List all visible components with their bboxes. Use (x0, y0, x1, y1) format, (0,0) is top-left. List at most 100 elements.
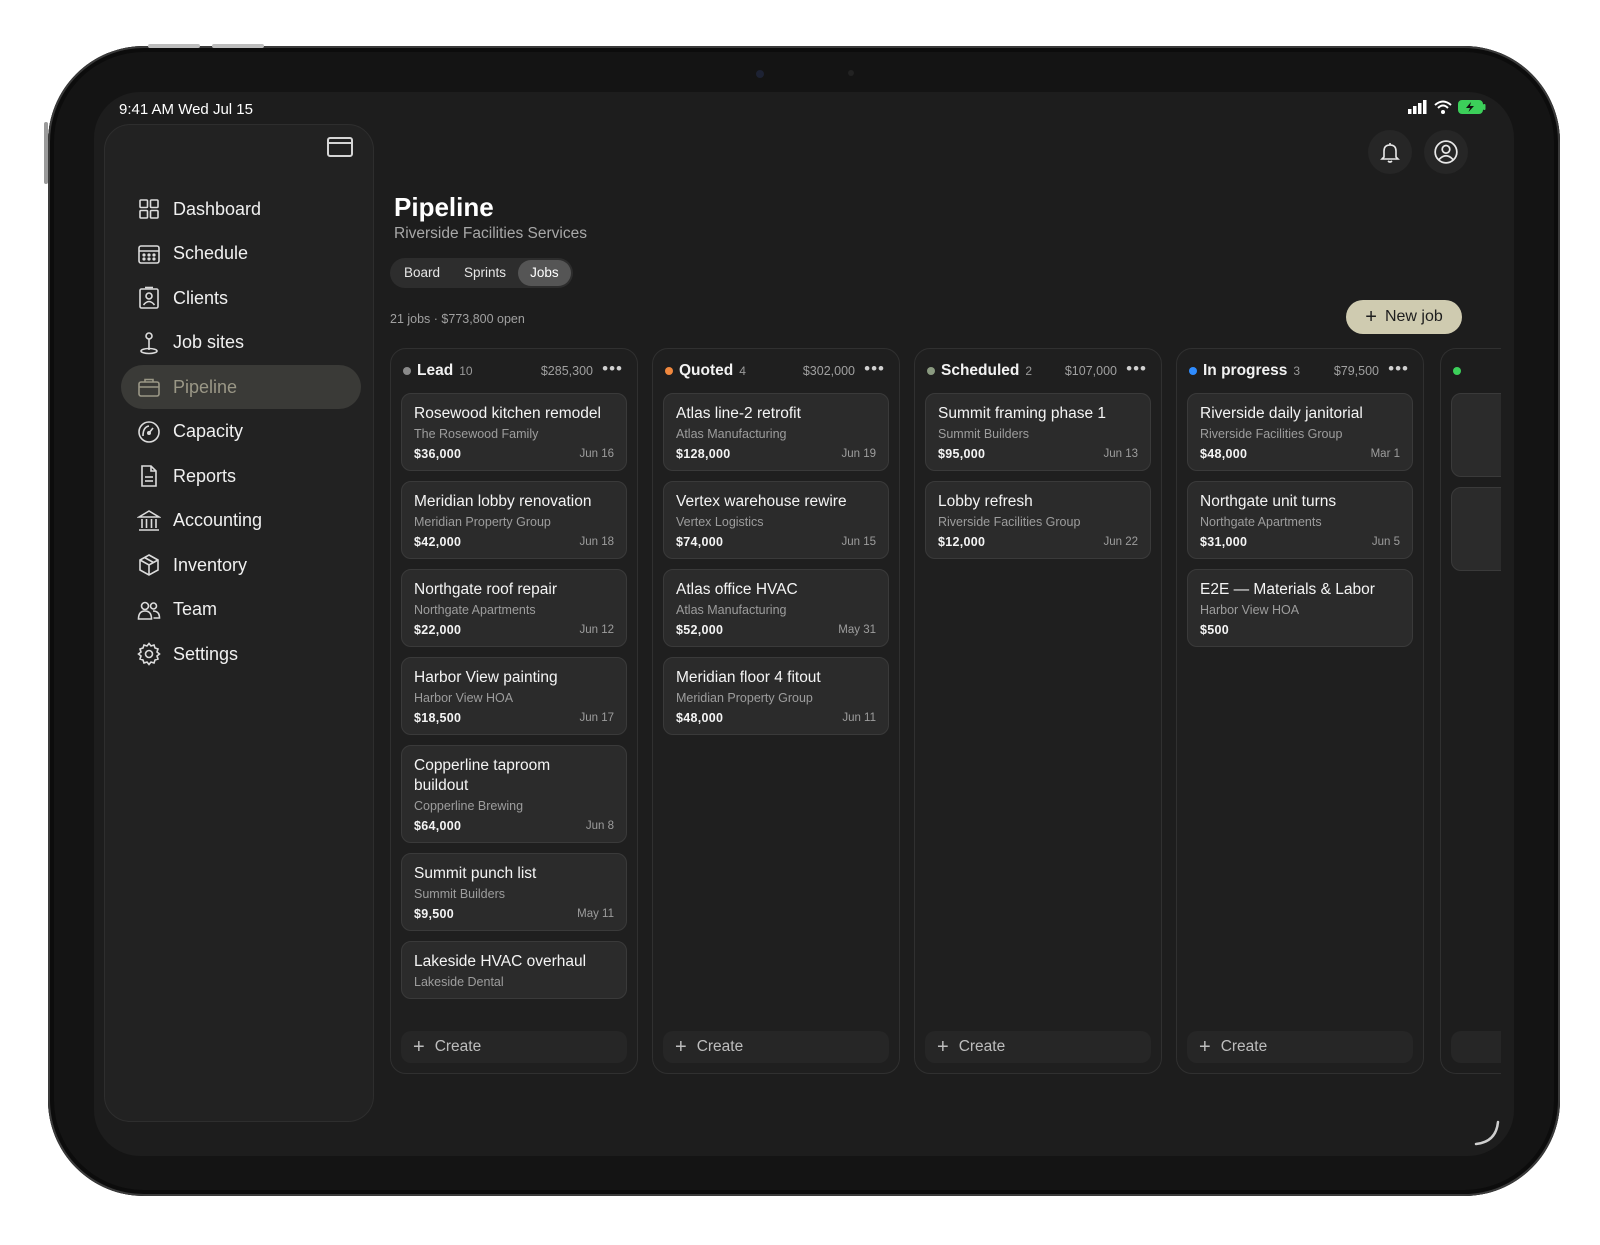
job-card[interactable]: Summit framing phase 1 Summit Builders $… (925, 393, 1151, 471)
job-card[interactable]: Northgate unit turns Northgate Apartment… (1187, 481, 1413, 559)
volume-button (212, 44, 264, 48)
create-card-button[interactable] (1451, 1031, 1501, 1063)
job-card[interactable]: E2E — Materials & Labor Harbor View HOA … (1187, 569, 1413, 647)
card-amount: $500 (1200, 623, 1230, 637)
card-client: Northgate Apartments (1200, 515, 1322, 529)
job-card[interactable]: Lakeside HVAC overhaul Lakeside Dental (401, 941, 627, 999)
status-dot (1453, 367, 1461, 375)
create-card-button[interactable]: + Create (925, 1031, 1151, 1063)
card-date: Jun 12 (579, 624, 614, 636)
sidebar-item-label: Dashboard (173, 198, 262, 219)
camera (756, 70, 764, 78)
job-card[interactable]: Harbor View painting Harbor View HOA $18… (401, 657, 627, 735)
more-icon[interactable]: ••• (1388, 359, 1409, 379)
card-amount: $48,000 (1200, 447, 1248, 461)
contact-icon (139, 286, 159, 309)
job-card[interactable]: Copperline taproom buildout Copperline B… (401, 745, 627, 843)
gauge-icon (138, 420, 160, 443)
job-card[interactable]: Lobby refresh Riverside Facilities Group… (925, 481, 1151, 559)
card-amount: $36,000 (414, 447, 462, 461)
sidebar-item-capacity[interactable]: Capacity (121, 410, 361, 454)
card-title: Summit framing phase 1 (938, 405, 1106, 422)
card-client: Copperline Brewing (414, 799, 524, 813)
create-label: Create (1220, 1038, 1268, 1055)
card-client: Meridian Property Group (414, 515, 551, 529)
column-count: 3 (1293, 364, 1301, 378)
status-dot (927, 367, 935, 375)
column-count: 2 (1025, 364, 1033, 378)
resize-handle-icon[interactable] (1474, 1120, 1500, 1146)
job-card[interactable] (1451, 393, 1501, 477)
card-client: Atlas Manufacturing (676, 603, 787, 617)
sidebar-item-pipeline[interactable]: Pipeline (121, 365, 361, 409)
card-client: Harbor View HOA (414, 691, 514, 705)
user-icon (1434, 140, 1458, 164)
card-date: Jun 19 (841, 448, 876, 460)
notifications-button[interactable] (1368, 130, 1412, 174)
sidebar-toggle-icon[interactable] (327, 137, 353, 157)
card-list: Atlas line-2 retrofit Atlas Manufacturin… (663, 393, 889, 1019)
card-amount: $22,000 (414, 623, 462, 637)
sidebar-item-clients[interactable]: Clients (121, 276, 361, 320)
tab-sprints[interactable]: Sprints (452, 260, 518, 286)
sidebar-item-accounting[interactable]: Accounting (121, 499, 361, 543)
card-client: Meridian Property Group (676, 691, 813, 705)
card-date: Jun 22 (1103, 536, 1138, 548)
sidebar-item-inventory[interactable]: Inventory (121, 543, 361, 587)
job-card[interactable]: Rosewood kitchen remodel The Rosewood Fa… (401, 393, 627, 471)
card-title: Vertex warehouse rewire (676, 493, 847, 510)
sidebar-item-dashboard[interactable]: Dashboard (121, 187, 361, 231)
card-title: Rosewood kitchen remodel (414, 405, 601, 422)
create-card-button[interactable]: + Create (401, 1031, 627, 1063)
sensor (848, 70, 854, 76)
card-title: Riverside daily janitorial (1200, 405, 1363, 422)
briefcase-icon (138, 378, 160, 397)
job-card[interactable]: Atlas line-2 retrofit Atlas Manufacturin… (663, 393, 889, 471)
job-card[interactable]: Summit punch list Summit Builders $9,500… (401, 853, 627, 931)
sidebar-item-reports[interactable]: Reports (121, 454, 361, 498)
profile-button[interactable] (1424, 130, 1468, 174)
job-card[interactable] (1451, 487, 1501, 571)
sidebar-item-schedule[interactable]: Schedule (121, 232, 361, 276)
plus-icon: + (937, 1036, 949, 1058)
sidebar-item-label: Team (173, 599, 218, 619)
sidebar: Dashboard Schedule Clients Job sites Pip… (104, 124, 374, 1122)
more-icon[interactable]: ••• (864, 359, 885, 379)
card-title: Meridian lobby renovation (414, 493, 592, 510)
sidebar-item-label: Clients (173, 287, 229, 308)
card-title: Harbor View painting (414, 669, 558, 686)
more-icon[interactable]: ••• (1126, 359, 1147, 379)
job-card[interactable]: Northgate roof repair Northgate Apartmen… (401, 569, 627, 647)
job-card[interactable]: Riverside daily janitorial Riverside Fac… (1187, 393, 1413, 471)
card-amount: $95,000 (938, 447, 986, 461)
volume-button (148, 44, 200, 48)
signal-icon (1408, 100, 1427, 114)
job-card[interactable]: Vertex warehouse rewire Vertex Logistics… (663, 481, 889, 559)
column-title: Quoted 4 (679, 362, 746, 379)
column-header: Lead 10 $285,300 ••• (391, 357, 637, 385)
card-title: Atlas office HVAC (676, 581, 798, 598)
job-card[interactable]: Atlas office HVAC Atlas Manufacturing $5… (663, 569, 889, 647)
card-title: E2E — Materials & Labor (1200, 581, 1375, 598)
column-header: Quoted 4 $302,000 ••• (653, 357, 899, 385)
card-amount: $52,000 (676, 623, 724, 637)
create-card-button[interactable]: + Create (663, 1031, 889, 1063)
create-card-button[interactable]: + Create (1187, 1031, 1413, 1063)
status-icons (1408, 100, 1486, 114)
status-dot (403, 367, 411, 375)
sidebar-item-job-sites[interactable]: Job sites (121, 321, 361, 365)
card-amount: $42,000 (414, 535, 462, 549)
tab-board[interactable]: Board (392, 260, 452, 286)
sidebar-item-settings[interactable]: Settings (121, 632, 361, 676)
sidebar-item-team[interactable]: Team (121, 588, 361, 632)
tab-jobs[interactable]: Jobs (518, 260, 571, 286)
job-card[interactable]: Meridian lobby renovation Meridian Prope… (401, 481, 627, 559)
column-count: 10 (459, 364, 473, 378)
more-icon[interactable]: ••• (602, 359, 623, 379)
card-title: Northgate roof repair (414, 581, 558, 598)
new-job-button[interactable]: + New job (1346, 300, 1462, 334)
calendar-icon (138, 244, 160, 264)
sidebar-nav: Dashboard Schedule Clients Job sites Pip… (121, 187, 361, 677)
job-card[interactable]: Meridian floor 4 fitout Meridian Propert… (663, 657, 889, 735)
card-date: May 31 (838, 624, 876, 636)
